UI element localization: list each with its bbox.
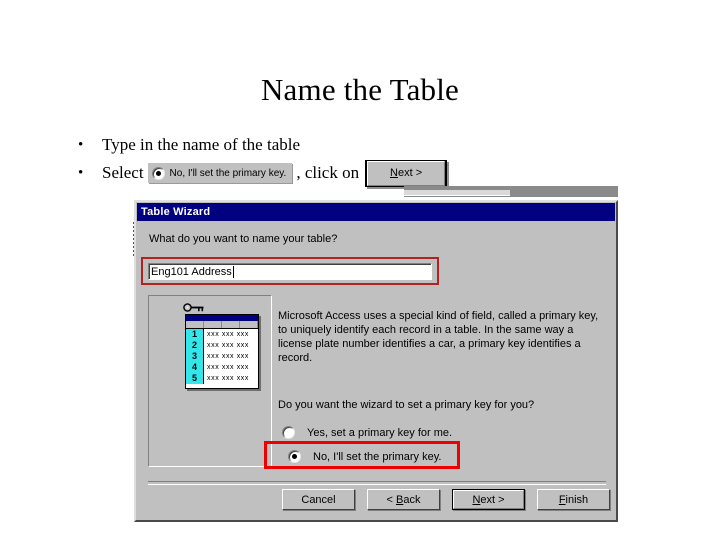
dialog-title-text: Table Wizard: [141, 206, 211, 218]
mini-row-cells: xxx xxx xxx: [207, 331, 249, 338]
primary-key-question-label: Do you want the wizard to set a primary …: [278, 399, 535, 411]
bullet-marker: •: [78, 136, 84, 153]
primary-key-info-text: Microsoft Access uses a special kind of …: [278, 310, 599, 364]
bullet-item-2: • Select No, I'll set the primary key. ,…: [78, 159, 638, 187]
table-preview-panel: 1 xxx xxx xxx 2 xxx xxx xxx 3 xxx xxx xx…: [148, 295, 272, 467]
cancel-button[interactable]: Cancel: [282, 489, 355, 510]
bullet-item-1: • Type in the name of the table: [78, 131, 638, 159]
radio-button-icon[interactable]: [288, 450, 301, 463]
mini-row-number: 3: [186, 351, 204, 362]
mini-table-row: 3 xxx xxx xxx: [186, 351, 258, 362]
table-name-input[interactable]: Eng101 Address: [148, 263, 432, 280]
mini-table-row: 1 xxx xxx xxx: [186, 329, 258, 340]
mini-row-number: 2: [186, 340, 204, 351]
mini-row-cells: xxx xxx xxx: [207, 364, 249, 371]
next-button-label: Next >: [472, 493, 505, 506]
mini-row-number: 5: [186, 373, 204, 384]
bullet-list: • Type in the name of the table • Select…: [78, 131, 638, 187]
table-wizard-dialog: Table Wizard What do you want to name yo…: [134, 200, 618, 522]
next-button[interactable]: Next >: [452, 489, 525, 510]
page-title: Name the Table: [260, 72, 460, 107]
mini-row-cells: xxx xxx xxx: [207, 342, 249, 349]
cancel-button-label: Cancel: [301, 493, 336, 506]
back-button-label: < Back: [386, 493, 421, 506]
mini-table-row: 5 xxx xxx xxx: [186, 373, 258, 384]
inline-radio-chip-label: No, I'll set the primary key.: [169, 167, 287, 179]
mini-table-row: 4 xxx xxx xxx: [186, 362, 258, 373]
radio-option-no-label: No, I'll set the primary key.: [313, 450, 442, 463]
back-button[interactable]: < Back: [367, 489, 440, 510]
mini-row-number: 1: [186, 329, 204, 340]
inline-next-button-chip: Next >: [365, 159, 448, 187]
bullet-text-2-middle: , click on: [296, 163, 360, 182]
text-caret: [232, 265, 234, 278]
bullet-marker: •: [78, 164, 84, 181]
mini-row-number: 4: [186, 362, 204, 373]
inline-radio-option-chip: No, I'll set the primary key.: [147, 163, 293, 183]
radio-option-no[interactable]: No, I'll set the primary key.: [288, 450, 441, 463]
name-prompt-label: What do you want to name your table?: [149, 233, 338, 245]
bullet-text-2-before: Select: [102, 163, 144, 182]
mini-row-cells: xxx xxx xxx: [207, 375, 249, 382]
mini-table-illustration: 1 xxx xxx xxx 2 xxx xxx xxx 3 xxx xxx xx…: [185, 314, 259, 389]
key-icon: [183, 303, 204, 312]
mini-table-column-header: [186, 321, 258, 329]
mini-row-cells: xxx xxx xxx: [207, 353, 249, 360]
button-row-separator: [148, 481, 606, 485]
radio-option-yes-label: Yes, set a primary key for me.: [307, 426, 453, 439]
radio-button-icon[interactable]: [282, 426, 295, 439]
bullet-text-1: Type in the name of the table: [102, 135, 301, 154]
finish-button[interactable]: Finish: [537, 489, 610, 510]
radio-option-yes[interactable]: Yes, set a primary key for me.: [282, 426, 452, 439]
mini-table-row: 2 xxx xxx xxx: [186, 340, 258, 351]
dialog-button-row: Cancel < Back Next > Finish: [282, 489, 610, 510]
radio-button-icon: [151, 166, 165, 180]
inline-next-chip-mnemonic: N: [390, 167, 398, 179]
table-name-input-value: Eng101 Address: [151, 265, 232, 278]
dialog-title-bar[interactable]: Table Wizard: [137, 203, 615, 221]
background-toolbar-highlight: [404, 190, 510, 196]
finish-button-label: Finish: [558, 493, 589, 506]
inline-next-chip-label: ext >: [398, 167, 423, 179]
